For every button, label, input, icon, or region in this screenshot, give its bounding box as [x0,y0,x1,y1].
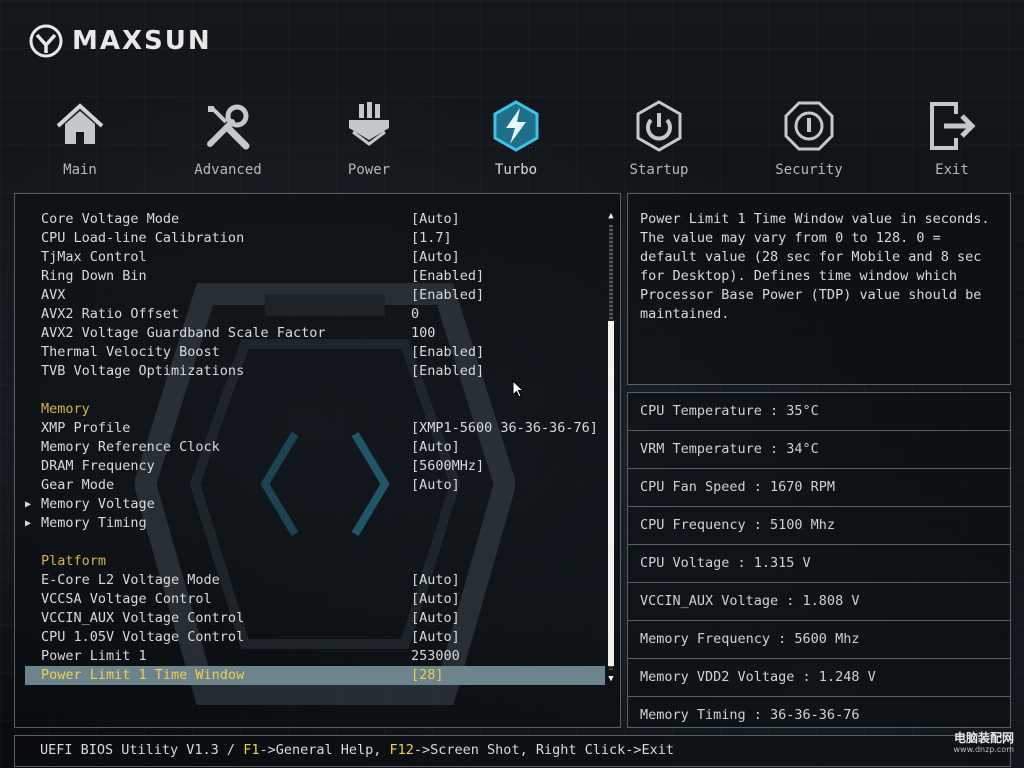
section-header-memory: Memory [41,401,90,417]
turbo-lightning-icon [493,100,539,152]
nav-label: Advanced [194,162,262,178]
brand-logo: MAXSUN [28,22,212,60]
status-vrm-temperature: VRM Temperature : 34°C [628,431,1010,469]
setting-value[interactable]: [Auto] [411,210,460,229]
power-plug-icon [349,102,389,146]
nav-tab-advanced[interactable]: Advanced [173,100,283,182]
scroll-thumb[interactable] [608,321,614,666]
setting-row[interactable]: Core Voltage Mode [Auto] [25,210,605,229]
setting-value[interactable]: [Auto] [411,609,460,628]
nav-label: Power [347,162,391,178]
brand-name: MAXSUN [72,26,212,56]
triangle-right-icon: ▶ [25,499,32,510]
setting-value[interactable]: [Auto] [411,476,460,495]
nav-label: Main [63,162,97,178]
nav-tab-power[interactable]: Power [314,100,424,182]
setting-value[interactable]: [Auto] [411,628,460,647]
setting-row[interactable]: AVX2 Voltage Guardband Scale Factor 100 [25,324,605,343]
setting-row[interactable]: VCCSA Voltage Control [Auto] [25,590,605,609]
submenu-memory-timing[interactable]: ▶ Memory Timing [25,514,605,533]
setting-value[interactable]: 0 [411,305,419,324]
status-memory-frequency: Memory Frequency : 5600 Mhz [628,621,1010,659]
help-text: Power Limit 1 Time Window value in secon… [640,211,990,322]
setting-row[interactable]: Gear Mode [Auto] [25,476,605,495]
settings-list: Core Voltage Mode [Auto] CPU Load-line Ca… [25,210,605,685]
setting-row[interactable]: TjMax Control [Auto] [25,248,605,267]
setting-row[interactable]: TVB Voltage Optimizations [Enabled] [25,362,605,381]
help-panel: Power Limit 1 Time Window value in secon… [627,193,1011,385]
nav-label: Turbo [494,162,538,178]
nav-tab-main[interactable]: Main [25,100,135,182]
nav-label: Exit [935,162,969,178]
setting-row[interactable]: Power Limit 1 253000 [25,647,605,666]
nav-tab-startup[interactable]: Startup [604,100,714,182]
status-cpu-fan-speed: CPU Fan Speed : 1670 RPM [628,469,1010,507]
setting-value[interactable]: [28] [411,666,444,685]
setting-value[interactable]: [Enabled] [411,362,484,381]
setting-value[interactable]: [Auto] [411,571,460,590]
setting-row[interactable]: CPU Load-line Calibration [1.7] [25,229,605,248]
nav-tab-turbo[interactable]: Turbo [461,100,571,182]
nav-tab-exit[interactable]: Exit [897,100,1007,182]
settings-scrollbar[interactable]: ▲ ▼ [607,211,615,684]
section-header-platform: Platform [41,553,107,569]
tools-icon [207,104,250,150]
setting-value[interactable]: [Enabled] [411,343,484,362]
setting-value[interactable]: [Auto] [411,248,460,267]
scroll-up-arrow-icon[interactable]: ▲ [607,211,615,221]
top-navigation: Main Advanced Power Turbo Startup Securi… [0,100,1024,182]
setting-row[interactable]: AVX [Enabled] [25,286,605,305]
shield-icon [784,101,834,151]
spacer-row [25,533,605,552]
setting-row-selected[interactable]: Power Limit 1 Time Window [28] [25,666,605,685]
submenu-memory-voltage[interactable]: ▶ Memory Voltage [25,495,605,514]
setting-row[interactable]: CPU 1.05V Voltage Control [Auto] [25,628,605,647]
setting-row[interactable]: Memory Reference Clock [Auto] [25,438,605,457]
nav-label: Security [775,162,843,178]
setting-row[interactable]: Ring Down Bin [Enabled] [25,267,605,286]
setting-value[interactable]: 253000 [411,647,460,666]
setting-row[interactable]: XMP Profile [XMP1-5600 36-36-36-76] [25,419,605,438]
hardware-status-panel: CPU Temperature : 35°C VRM Temperature :… [627,392,1011,728]
setting-row[interactable]: AVX2 Ratio Offset 0 [25,305,605,324]
nav-tab-security[interactable]: Security [754,100,864,182]
home-icon [56,103,104,144]
setting-row[interactable]: VCCIN_AUX Voltage Control [Auto] [25,609,605,628]
setting-value[interactable]: 100 [411,324,435,343]
maxsun-logo-icon [29,24,63,58]
scroll-down-arrow-icon[interactable]: ▼ [607,674,615,684]
setting-value[interactable]: [XMP1-5600 36-36-36-76] [411,419,598,438]
exit-door-icon [930,102,976,150]
mouse-cursor-icon [512,380,524,398]
setting-row[interactable]: Thermal Velocity Boost [Enabled] [25,343,605,362]
status-cpu-frequency: CPU Frequency : 5100 Mhz [628,507,1010,545]
status-memory-timing: Memory Timing : 36-36-36-76 [640,707,860,723]
triangle-right-icon: ▶ [25,518,32,529]
setting-value[interactable]: [Enabled] [411,267,484,286]
watermark: 电脑装配网 www.dnzp.com [953,731,1015,754]
nav-label: Startup [629,162,689,178]
setting-row[interactable]: DRAM Frequency [5600MHz] [25,457,605,476]
setting-value[interactable]: [5600MHz] [411,457,484,476]
status-vccin-aux-voltage: VCCIN_AUX Voltage : 1.808 V [628,583,1010,621]
setting-value[interactable]: [Auto] [411,590,460,609]
status-cpu-temperature: CPU Temperature : 35°C [628,393,1010,431]
power-button-icon [636,100,682,152]
setting-value[interactable]: [1.7] [411,229,452,248]
settings-panel: Core Voltage Mode [Auto] CPU Load-line Ca… [14,193,621,728]
footer-help-text: UEFI BIOS Utility V1.3 / F1->General Hel… [40,742,674,758]
setting-value[interactable]: [Enabled] [411,286,484,305]
footer-bar: UEFI BIOS Utility V1.3 / F1->General Hel… [14,735,1011,767]
setting-row[interactable]: E-Core L2 Voltage Mode [Auto] [25,571,605,590]
status-memory-vdd2-voltage: Memory VDD2 Voltage : 1.248 V [628,659,1010,697]
setting-value[interactable]: [Auto] [411,438,460,457]
status-cpu-voltage: CPU Voltage : 1.315 V [628,545,1010,583]
